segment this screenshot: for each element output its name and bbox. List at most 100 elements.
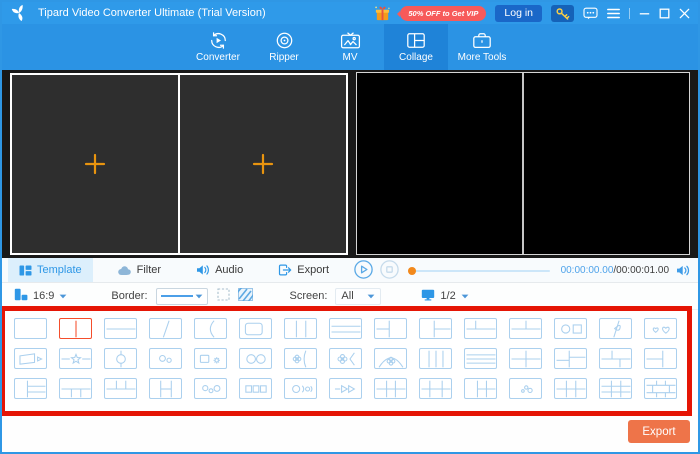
- maximize-button[interactable]: [659, 8, 670, 19]
- template-circle-arcs[interactable]: [284, 378, 317, 399]
- hatch-border-toggle[interactable]: [238, 288, 253, 304]
- template-two-rows[interactable]: [104, 318, 137, 339]
- panel-tab-label: Audio: [215, 264, 243, 276]
- panel-tab-filter[interactable]: Filter: [106, 258, 172, 282]
- template-left-split[interactable]: [374, 318, 407, 339]
- player-controls: 00:00:00.00/00:00:01.00: [354, 258, 692, 283]
- template-bubbles[interactable]: [509, 378, 542, 399]
- template-grid-3x2-wide[interactable]: [419, 378, 452, 399]
- template-grid-2x2[interactable]: [509, 348, 542, 369]
- aspect-ratio-select[interactable]: 16:9: [14, 288, 67, 304]
- template-grid-right-split[interactable]: [554, 348, 587, 369]
- gift-icon[interactable]: [374, 5, 391, 22]
- nav-tab-collage[interactable]: Collage: [384, 24, 448, 70]
- template-curve[interactable]: [194, 318, 227, 339]
- plus-icon: [83, 152, 107, 176]
- template-circle-square[interactable]: [554, 318, 587, 339]
- template-three-cols[interactable]: [284, 318, 317, 339]
- template-three-cols-mid-split[interactable]: [149, 378, 182, 399]
- key-icon: [555, 7, 570, 20]
- template-two-dots[interactable]: [149, 348, 182, 369]
- template-grid-step[interactable]: [599, 348, 632, 369]
- template-grid-complex[interactable]: [644, 378, 677, 399]
- chevron-down-icon: [461, 290, 469, 302]
- export-icon: [278, 264, 292, 276]
- nav-tab-mv[interactable]: MV: [318, 24, 382, 70]
- template-top-full-bottom-three[interactable]: [59, 378, 92, 399]
- display-page-value: 1/2: [440, 290, 455, 302]
- template-flag-gear[interactable]: [194, 348, 227, 369]
- template-four-cols[interactable]: [419, 348, 452, 369]
- export-button[interactable]: Export: [628, 420, 690, 443]
- converter-icon: [208, 32, 229, 49]
- template-grid-3x3[interactable]: [599, 378, 632, 399]
- register-key-button[interactable]: [551, 5, 574, 22]
- template-three-circles[interactable]: [194, 378, 227, 399]
- message-icon[interactable]: [583, 7, 598, 20]
- panel-tab-audio[interactable]: Audio: [185, 258, 254, 282]
- collage-icon: [406, 32, 426, 49]
- template-left-rows-right-col[interactable]: [644, 348, 677, 369]
- template-top-center-split[interactable]: [509, 318, 542, 339]
- border-style-select[interactable]: [156, 288, 208, 305]
- menu-icon[interactable]: [607, 8, 620, 19]
- template-three-squares[interactable]: [239, 378, 272, 399]
- template-star-banner[interactable]: [59, 348, 92, 369]
- panel-tab-export[interactable]: Export: [267, 258, 340, 282]
- nav-tab-ripper[interactable]: Ripper: [252, 24, 316, 70]
- template-left-col-grid[interactable]: [464, 378, 497, 399]
- template-arch-flower[interactable]: [374, 348, 407, 369]
- template-four-rows[interactable]: [464, 348, 497, 369]
- template-single[interactable]: [14, 318, 47, 339]
- window-title: Tipard Video Converter Ultimate (Trial V…: [38, 7, 266, 19]
- dashed-border-toggle[interactable]: [217, 288, 230, 304]
- template-top-left-split[interactable]: [464, 318, 497, 339]
- screen-select[interactable]: All: [335, 288, 381, 305]
- display-page-select[interactable]: 1/2: [421, 289, 468, 304]
- panel-tab-template[interactable]: Template: [8, 258, 93, 282]
- toolbar: 16:9 Border: Screen: All 1/2: [2, 283, 698, 310]
- mv-icon: [340, 32, 361, 49]
- monitor-icon: [421, 289, 435, 304]
- close-button[interactable]: [679, 8, 690, 19]
- nav-tab-converter[interactable]: Converter: [186, 24, 250, 70]
- template-grid-3x2-narrow[interactable]: [374, 378, 407, 399]
- template-three-rows[interactable]: [329, 318, 362, 339]
- template-grid-3x2[interactable]: [554, 378, 587, 399]
- template-top-three-bottom-full[interactable]: [104, 378, 137, 399]
- template-two-hearts[interactable]: [644, 318, 677, 339]
- stop-button[interactable]: [380, 261, 399, 280]
- minimize-button[interactable]: [639, 8, 650, 19]
- border-label: Border:: [111, 290, 147, 302]
- collage-cell[interactable]: [12, 75, 178, 253]
- template-two-circles[interactable]: [239, 348, 272, 369]
- play-button[interactable]: [354, 261, 373, 280]
- template-ribbon-swirl[interactable]: [599, 318, 632, 339]
- template-clover-curve[interactable]: [284, 348, 317, 369]
- template-right-split[interactable]: [419, 318, 452, 339]
- aspect-ratio-icon: [14, 288, 28, 304]
- progress-slider[interactable]: [408, 266, 550, 276]
- template-skew-arrow[interactable]: [14, 348, 47, 369]
- titlebar-controls: 50% OFF to Get VIP Log in: [374, 2, 690, 24]
- nav-tab-more-tools[interactable]: More Tools: [450, 24, 514, 70]
- nav-tab-label: Ripper: [269, 52, 298, 63]
- template-two-triangles[interactable]: [329, 378, 362, 399]
- progress-handle[interactable]: [408, 267, 416, 275]
- nav-bar: Converter Ripper MVCollage More Tools: [2, 24, 698, 70]
- vip-promo-badge[interactable]: 50% OFF to Get VIP: [400, 6, 486, 21]
- volume-button[interactable]: [676, 264, 692, 277]
- template-flower-angle[interactable]: [329, 348, 362, 369]
- template-circle-pole[interactable]: [104, 348, 137, 369]
- login-button[interactable]: Log in: [495, 5, 542, 22]
- nav-tab-label: Converter: [196, 52, 240, 63]
- progress-track: [408, 270, 550, 272]
- template-diagonal[interactable]: [149, 318, 182, 339]
- nav-tab-label: More Tools: [458, 52, 507, 63]
- template-inset-frame[interactable]: [239, 318, 272, 339]
- template-two-cols[interactable]: [59, 318, 92, 339]
- collage-cell[interactable]: [180, 75, 346, 253]
- template-left-col-right-rows[interactable]: [14, 378, 47, 399]
- app-window: Tipard Video Converter Ultimate (Trial V…: [0, 0, 700, 454]
- border-line-sample: [161, 295, 193, 297]
